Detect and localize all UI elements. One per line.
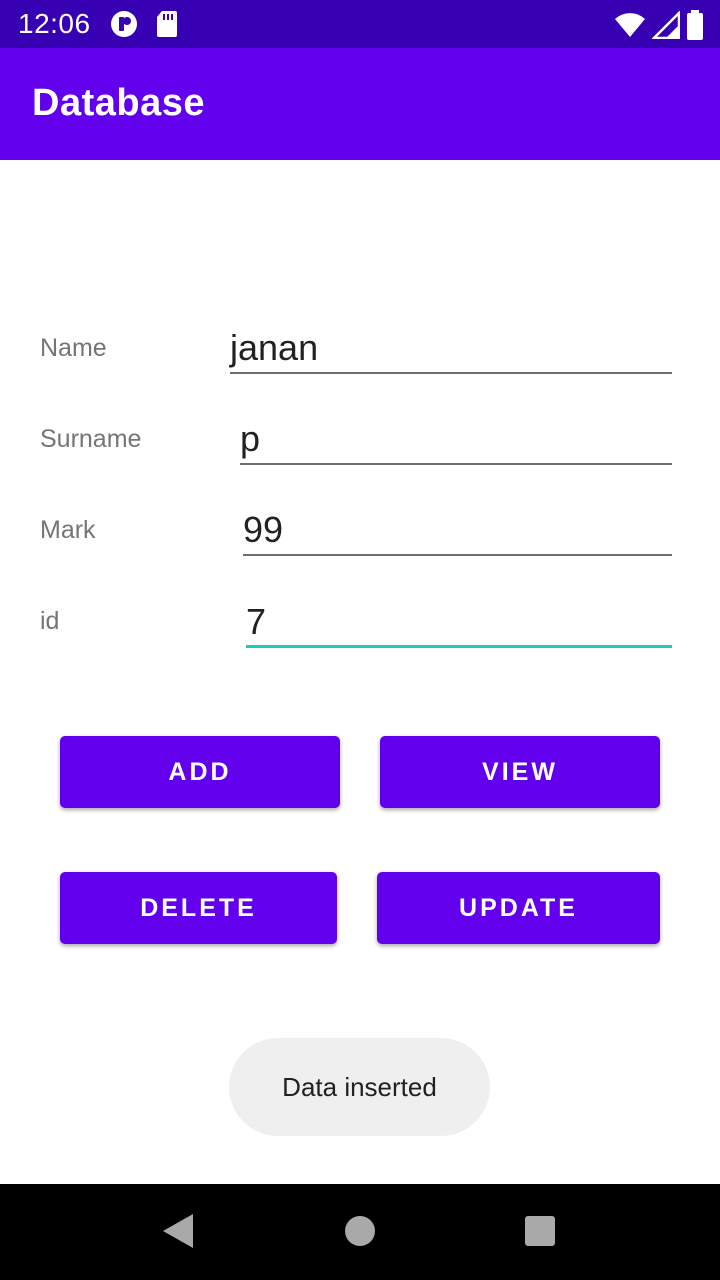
name-field[interactable]: janan (230, 326, 672, 374)
page-title: Database (32, 82, 205, 124)
recents-icon[interactable] (525, 1216, 555, 1246)
name-label: Name (40, 334, 107, 362)
delete-button[interactable]: DELETE (60, 872, 337, 944)
app-badge-icon (110, 10, 138, 43)
sd-card-icon (156, 10, 178, 43)
mark-label: Mark (40, 516, 96, 544)
surname-field[interactable]: p (240, 417, 672, 465)
wifi-icon (614, 12, 646, 43)
battery-icon (686, 10, 704, 45)
update-button[interactable]: UPDATE (377, 872, 660, 944)
app-bar: Database (0, 48, 720, 160)
status-bar: 12:06 (0, 0, 720, 48)
navigation-bar (0, 1184, 720, 1280)
id-field[interactable]: 7 (246, 600, 672, 648)
view-button[interactable]: VIEW (380, 736, 660, 808)
id-label: id (40, 607, 60, 635)
status-time: 12:06 (18, 8, 91, 39)
cellular-signal-icon (650, 9, 681, 44)
home-icon[interactable] (345, 1216, 375, 1246)
add-button[interactable]: ADD (60, 736, 340, 808)
toast-message: Data inserted (229, 1038, 490, 1136)
back-icon[interactable] (162, 1213, 194, 1254)
surname-label: Surname (40, 425, 142, 453)
mark-field[interactable]: 99 (243, 508, 672, 556)
